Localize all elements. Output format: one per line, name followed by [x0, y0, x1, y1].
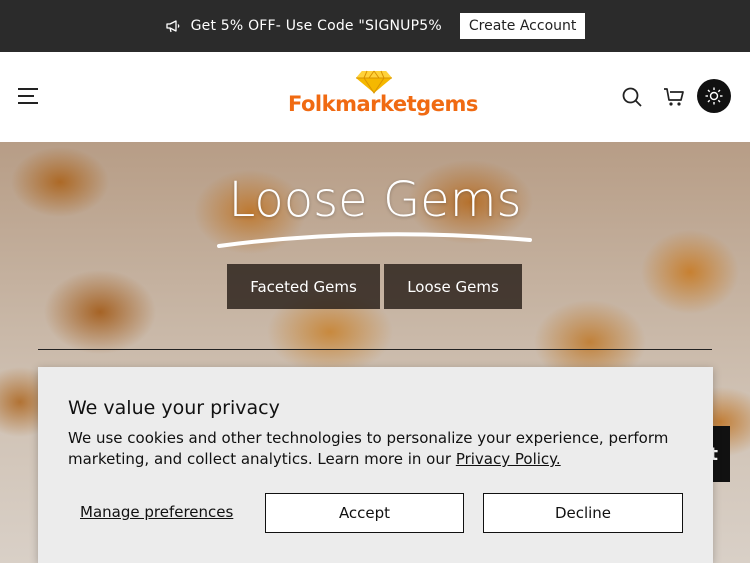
site-header: Folkmarketgems	[0, 52, 750, 142]
decline-button[interactable]: Decline	[483, 493, 683, 533]
announcement-bar: Get 5% OFF- Use Code "SIGNUP5% Create Ac…	[0, 0, 750, 52]
faceted-gems-button[interactable]: Faceted Gems	[227, 264, 380, 309]
menu-icon[interactable]	[18, 88, 38, 104]
privacy-title: We value your privacy	[68, 397, 280, 419]
megaphone-icon	[165, 18, 181, 34]
hero-title: Loose Gems	[228, 172, 522, 228]
theme-toggle-button[interactable]	[697, 79, 731, 113]
cart-icon[interactable]	[663, 87, 685, 107]
promo-text: Get 5% OFF- Use Code "SIGNUP5%	[190, 18, 442, 34]
privacy-banner: We value your privacy We use cookies and…	[38, 367, 713, 563]
diamond-icon	[356, 70, 392, 94]
create-account-button[interactable]: Create Account	[459, 13, 586, 39]
title-underline	[217, 232, 532, 248]
accept-button[interactable]: Accept	[265, 493, 464, 533]
site-logo[interactable]: Folkmarketgems	[288, 70, 478, 126]
loose-gems-button[interactable]: Loose Gems	[384, 264, 522, 309]
search-icon[interactable]	[622, 87, 642, 107]
logo-text: Folkmarketgems	[288, 92, 478, 116]
manage-preferences-link[interactable]: Manage preferences	[80, 503, 233, 521]
hero-buttons: Faceted Gems Loose Gems	[227, 264, 522, 309]
privacy-text: We use cookies and other technologies to…	[68, 429, 669, 468]
divider	[38, 349, 712, 350]
privacy-policy-link[interactable]: Privacy Policy.	[456, 450, 561, 468]
sun-icon	[705, 87, 723, 105]
